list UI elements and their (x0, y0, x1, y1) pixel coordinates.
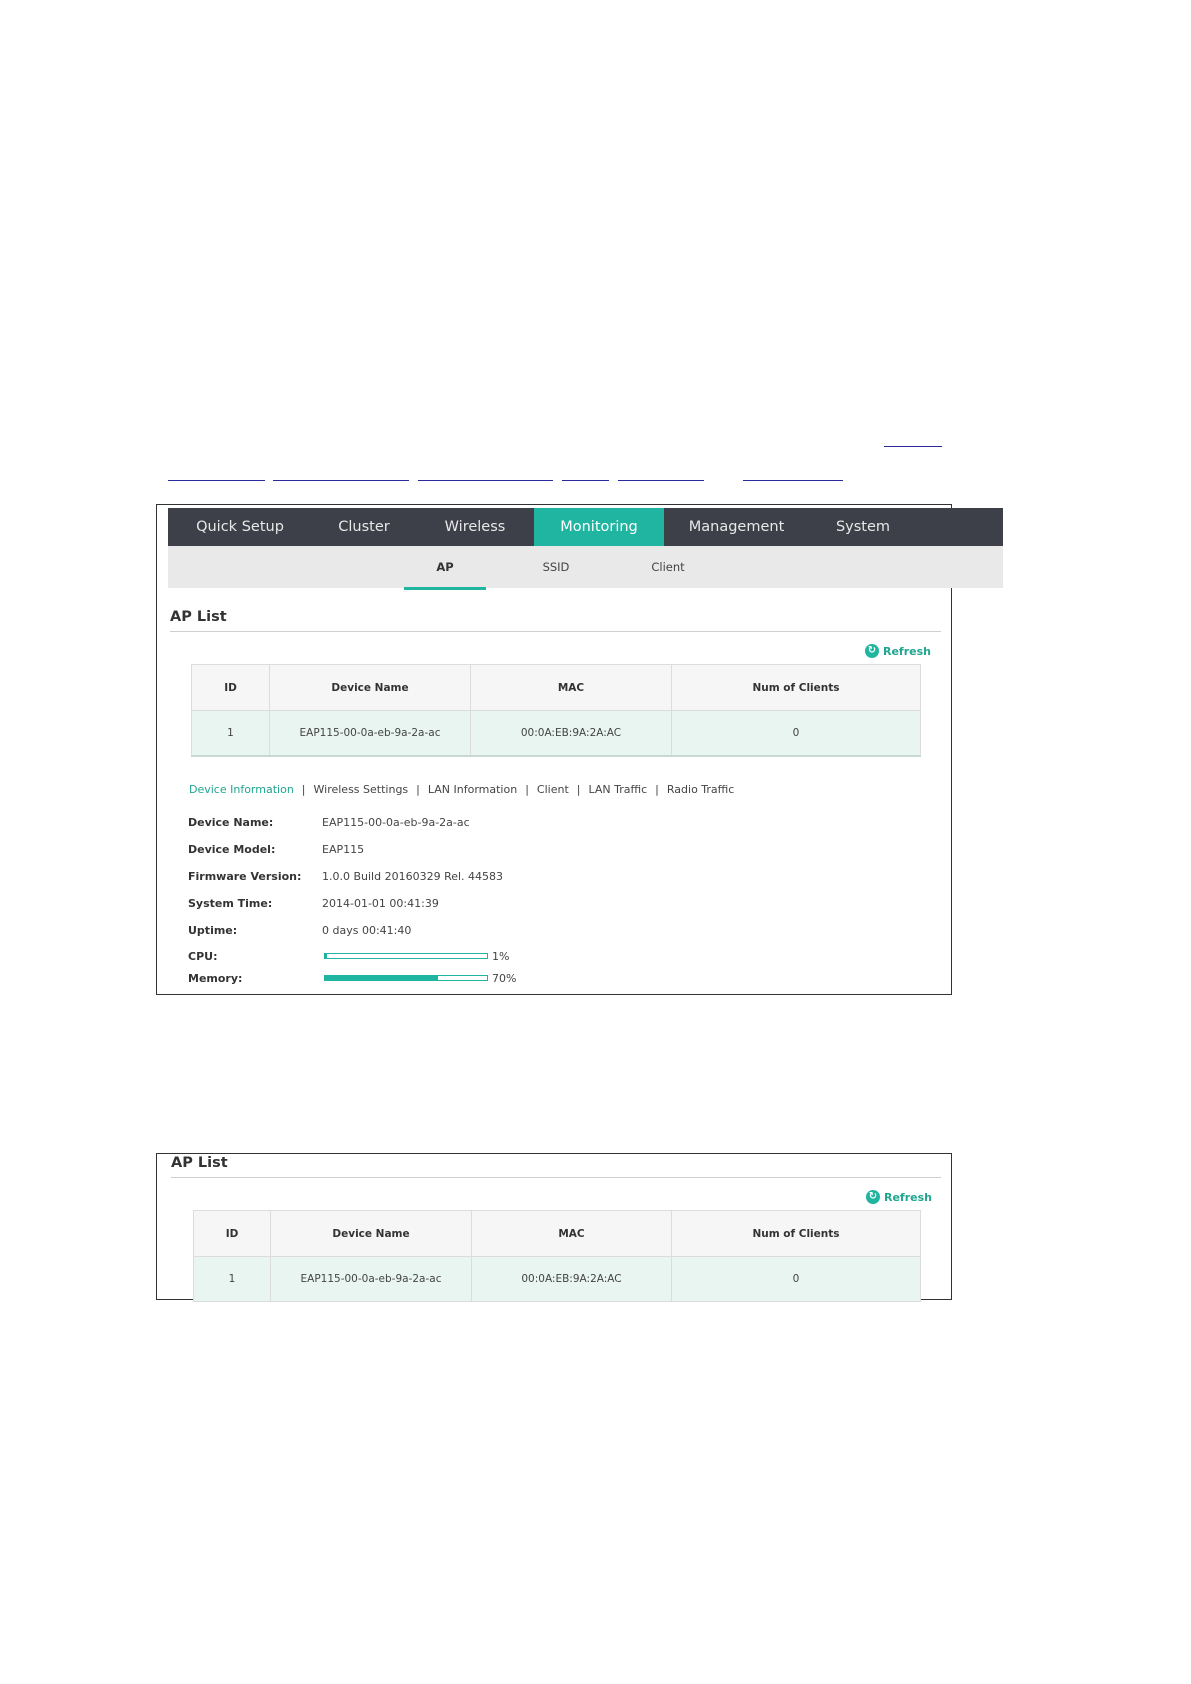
info-tab-device-information[interactable]: Device Information (189, 783, 294, 796)
column-header-device-name[interactable]: Device Name (270, 1210, 472, 1257)
doc-link[interactable] (418, 480, 553, 481)
top-nav: Quick Setup Cluster Wireless Monitoring … (168, 508, 1003, 546)
doc-link[interactable] (562, 480, 609, 481)
uptime-value: 0 days 00:41:40 (322, 924, 412, 937)
subtab-active-indicator (404, 587, 486, 590)
tab-wireless[interactable]: Wireless (416, 508, 534, 546)
cell-id: 1 (191, 710, 270, 757)
ap-list-title: AP List (170, 609, 227, 625)
info-tab-lan-traffic[interactable]: LAN Traffic (588, 783, 647, 796)
device-model-value: EAP115 (322, 843, 365, 856)
cpu-usage-bar (324, 953, 488, 959)
cpu-label: CPU: (188, 950, 218, 963)
refresh-label: Refresh (883, 644, 931, 658)
cell-id: 1 (193, 1256, 271, 1302)
tab-monitoring[interactable]: Monitoring (534, 508, 664, 546)
refresh-icon: ↻ (866, 1190, 880, 1204)
refresh-icon: ↻ (865, 644, 879, 658)
doc-link[interactable] (168, 480, 265, 481)
doc-link[interactable] (743, 480, 843, 481)
device-info-tabs: Device Information | Wireless Settings | LAN… (189, 783, 735, 796)
subtab-ssid[interactable]: SSID (516, 546, 596, 588)
column-header-id[interactable]: ID (193, 1210, 271, 1257)
column-header-num-clients[interactable]: Num of Clients (671, 664, 921, 711)
ap-list-title: AP List (171, 1155, 228, 1171)
column-header-device-name[interactable]: Device Name (269, 664, 471, 711)
memory-label: Memory: (188, 972, 243, 985)
refresh-button[interactable]: ↻ Refresh (866, 1190, 932, 1204)
firmware-label: Firmware Version: (188, 870, 302, 883)
divider (170, 631, 941, 632)
info-tab-wireless-settings[interactable]: Wireless Settings (314, 783, 409, 796)
cell-device-name: EAP115-00-0a-eb-9a-2a-ac (269, 710, 471, 757)
refresh-label: Refresh (884, 1190, 932, 1204)
system-time-value: 2014-01-01 00:41:39 (322, 897, 439, 910)
info-tab-lan-information[interactable]: LAN Information (428, 783, 517, 796)
column-header-mac[interactable]: MAC (471, 1210, 672, 1257)
doc-link[interactable] (618, 480, 704, 481)
cell-mac: 00:0A:EB:9A:2A:AC (471, 1256, 672, 1302)
device-model-label: Device Model: (188, 843, 276, 856)
cell-num-clients: 0 (671, 710, 921, 757)
cpu-usage-fill (325, 954, 327, 958)
device-name-label: Device Name: (188, 816, 274, 829)
info-tab-radio-traffic[interactable]: Radio Traffic (667, 783, 734, 796)
column-header-num-clients[interactable]: Num of Clients (671, 1210, 921, 1257)
memory-usage-text: 70% (492, 972, 517, 985)
info-tab-client[interactable]: Client (537, 783, 569, 796)
table-row[interactable]: 1 EAP115-00-0a-eb-9a-2a-ac 00:0A:EB:9A:2… (191, 710, 921, 757)
doc-link[interactable] (273, 480, 409, 481)
uptime-label: Uptime: (188, 924, 238, 937)
memory-usage-bar (324, 975, 488, 981)
sub-nav: AP SSID Client (168, 546, 1003, 590)
cell-mac: 00:0A:EB:9A:2A:AC (470, 710, 672, 757)
doc-link[interactable] (884, 446, 942, 447)
screenshot-monitoring: Quick Setup Cluster Wireless Monitoring … (156, 504, 1003, 995)
device-name-value: EAP115-00-0a-eb-9a-2a-ac (322, 816, 470, 829)
ap-table: ID Device Name MAC Num of Clients 1 EAP1… (193, 1210, 921, 1302)
column-header-mac[interactable]: MAC (470, 664, 672, 711)
tab-system[interactable]: System (809, 508, 917, 546)
firmware-value: 1.0.0 Build 20160329 Rel. 44583 (322, 870, 504, 883)
table-row[interactable]: 1 EAP115-00-0a-eb-9a-2a-ac 00:0A:EB:9A:2… (193, 1256, 921, 1302)
table-header: ID Device Name MAC Num of Clients (191, 664, 921, 711)
subtab-client[interactable]: Client (628, 546, 708, 588)
tab-cluster[interactable]: Cluster (312, 508, 416, 546)
cpu-usage-text: 1% (492, 950, 510, 963)
tab-management[interactable]: Management (664, 508, 809, 546)
refresh-button[interactable]: ↻ Refresh (865, 644, 931, 658)
system-time-label: System Time: (188, 897, 273, 910)
table-header: ID Device Name MAC Num of Clients (193, 1210, 921, 1257)
screenshot-ap-list: AP List ↻ Refresh ID Device Name MAC Num… (156, 1153, 952, 1302)
cell-device-name: EAP115-00-0a-eb-9a-2a-ac (270, 1256, 472, 1302)
subtab-ap[interactable]: AP (404, 546, 486, 588)
ap-table: ID Device Name MAC Num of Clients 1 EAP1… (191, 664, 921, 757)
memory-usage-fill (325, 976, 439, 980)
column-header-id[interactable]: ID (191, 664, 270, 711)
tab-quick-setup[interactable]: Quick Setup (168, 508, 312, 546)
cell-num-clients: 0 (671, 1256, 921, 1302)
divider (171, 1177, 941, 1178)
